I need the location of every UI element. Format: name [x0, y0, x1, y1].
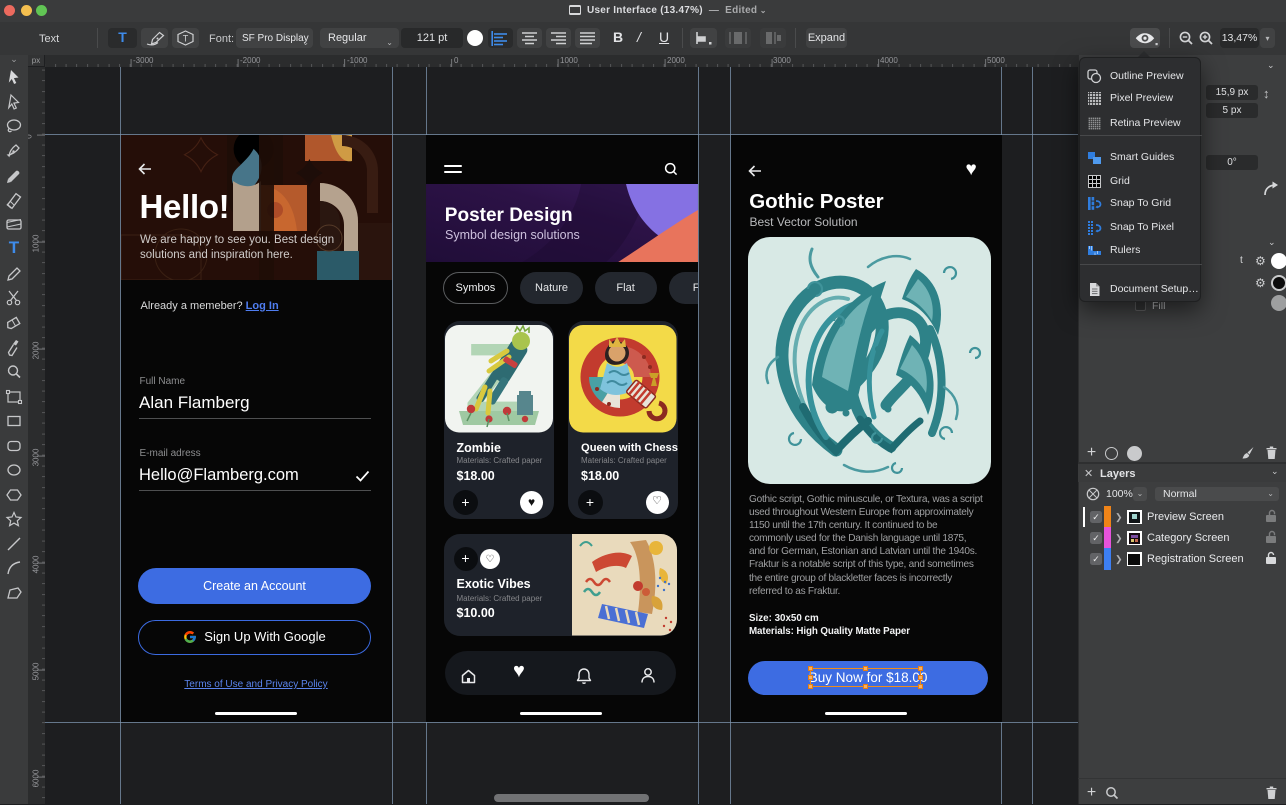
svg-text:T: T [183, 34, 189, 44]
